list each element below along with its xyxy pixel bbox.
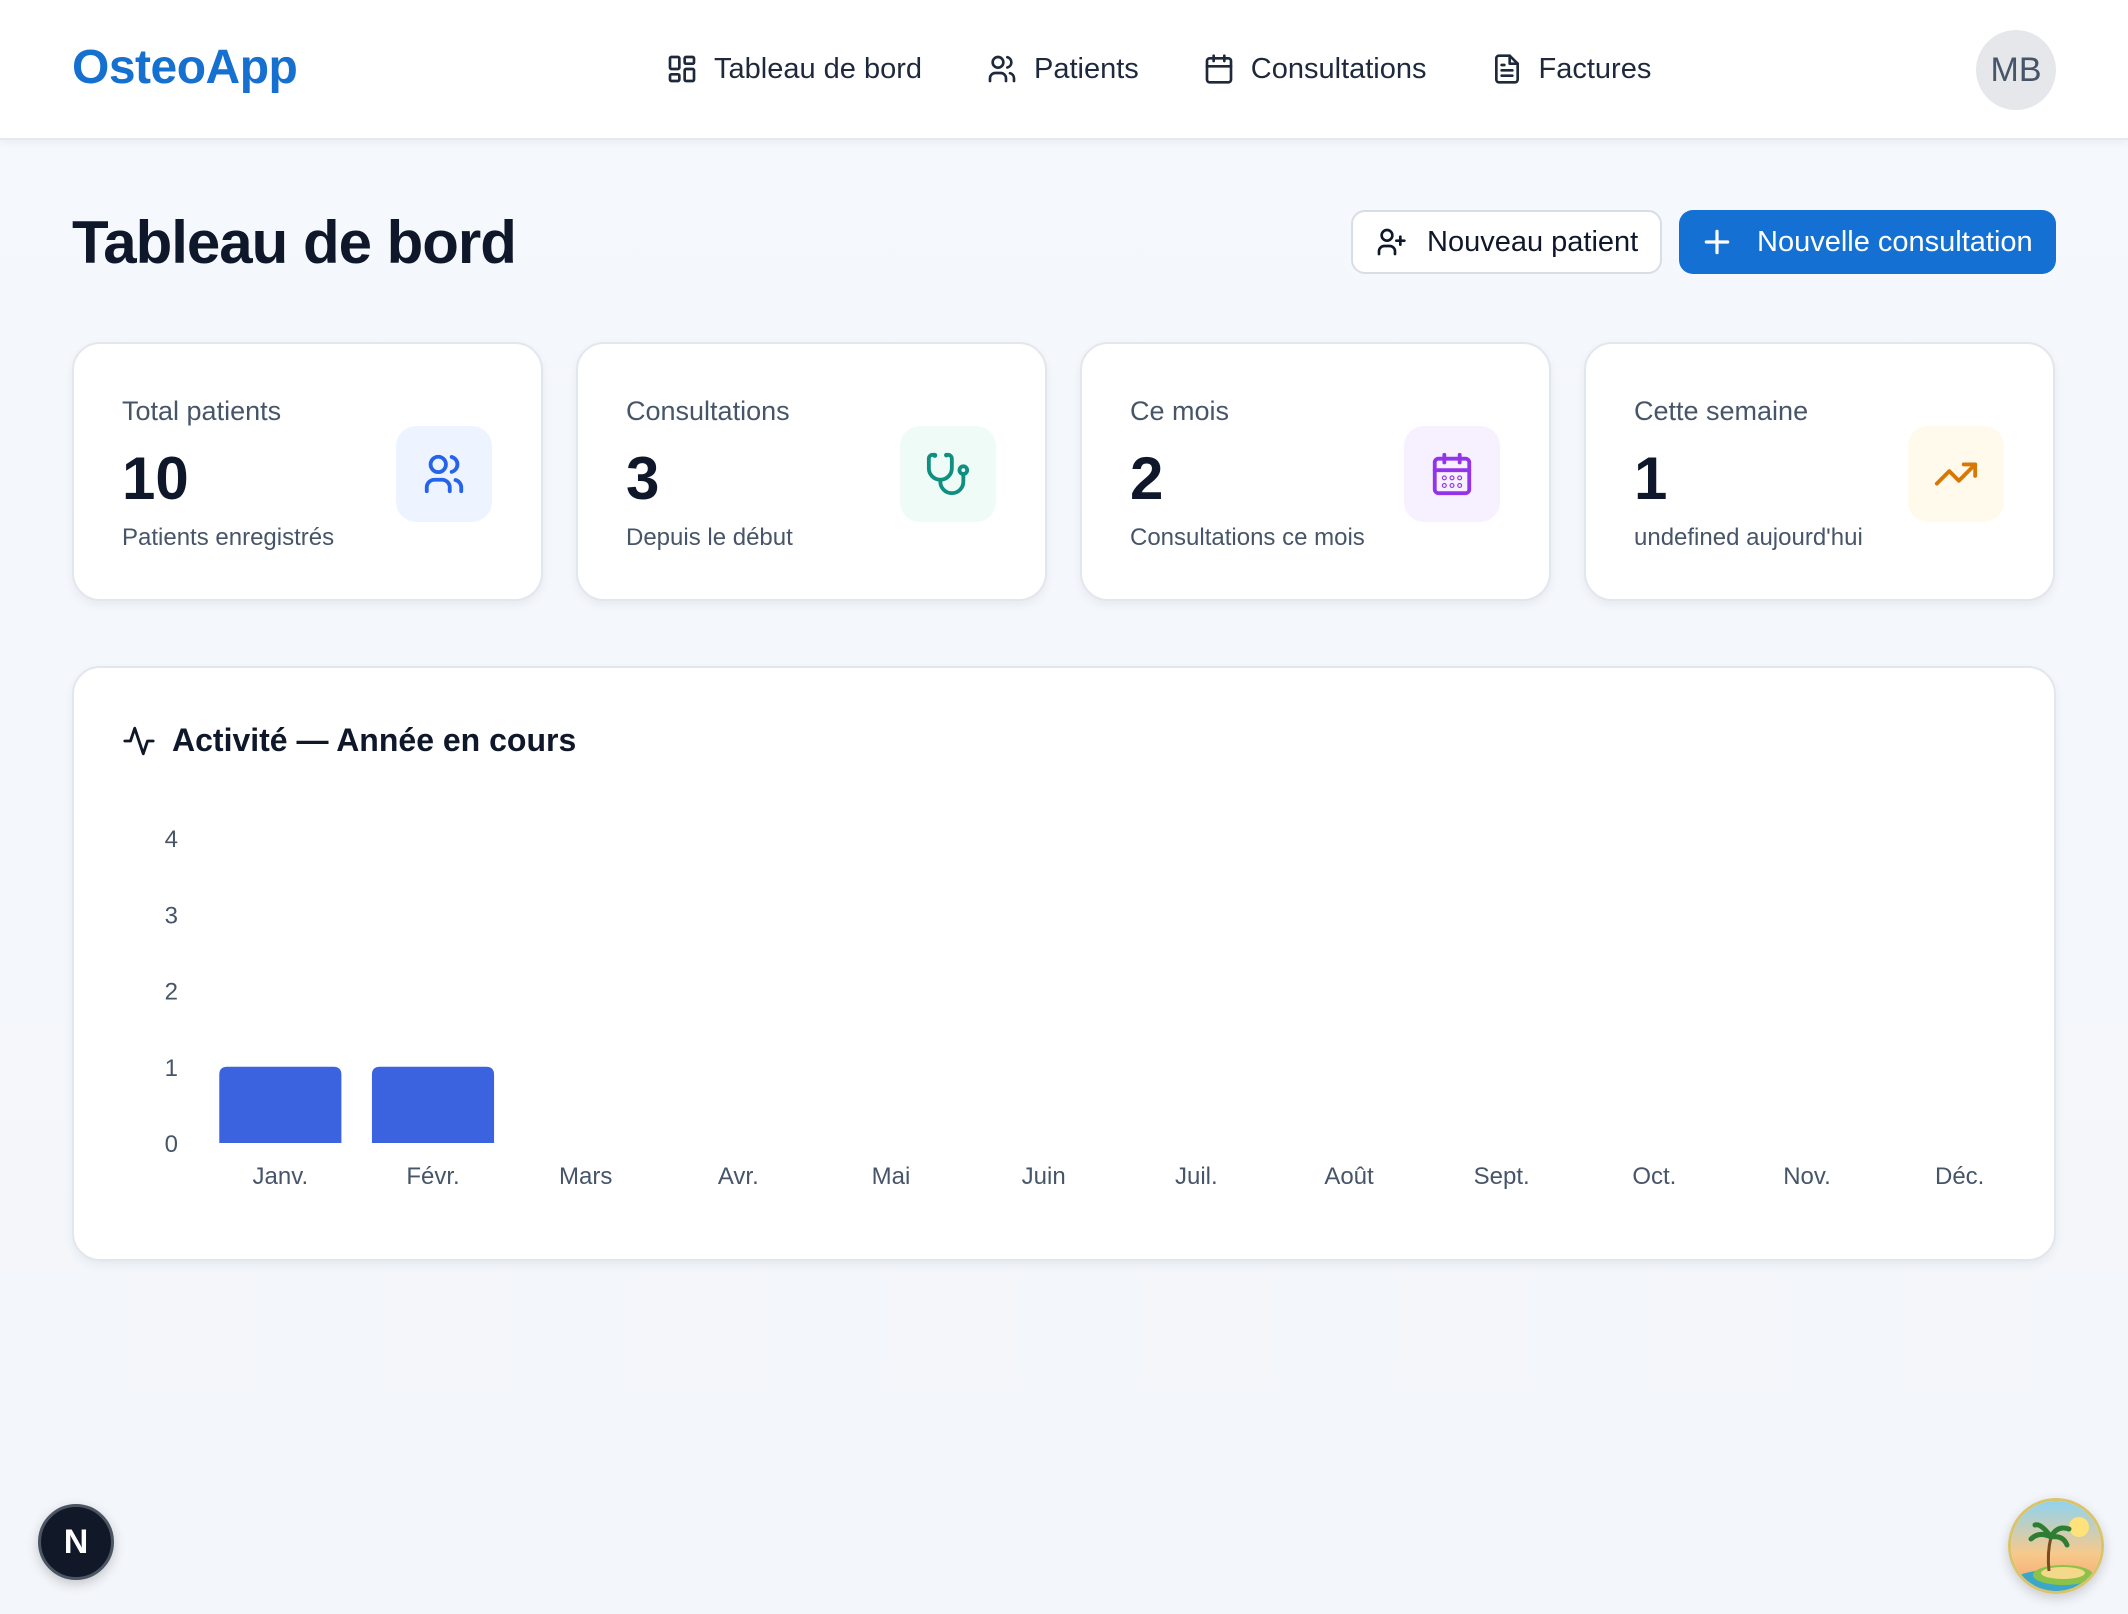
x-tick-label: Sept. [1474, 1163, 1530, 1190]
stat-icon-container [1404, 426, 1500, 522]
users-icon [988, 55, 1016, 83]
activity-chart-panel: Activité — Année en cours 0 1 2 3 4 Janv. Févr… [72, 666, 2056, 1261]
stat-label: Cette semaine [1634, 396, 1809, 426]
page-title: Tableau de bord [72, 209, 517, 276]
user-avatar[interactable]: MB [1976, 30, 2056, 110]
nav-item-label: Patients [1034, 52, 1139, 85]
nav-item-label: Consultations [1250, 52, 1427, 85]
stat-value: 3 [626, 445, 660, 512]
x-tick-label: Nov. [1783, 1163, 1831, 1190]
y-tick-label: 1 [165, 1055, 178, 1082]
plus-icon [1704, 229, 1730, 255]
stat-card-consultations: Consultations 3 Depuis le début [576, 342, 1047, 601]
user-plus-icon [1377, 228, 1406, 256]
stat-card-this-month: Ce mois 2 Consultations ce mois [1080, 342, 1551, 601]
top-header: OsteoApp Tableau de bord Patients Consul… [0, 0, 2128, 140]
nav-item-patients[interactable]: Patients [986, 44, 1139, 94]
stat-icon-container [900, 426, 996, 522]
y-tick-label: 3 [165, 902, 178, 929]
stat-label: Consultations [626, 396, 790, 426]
document-icon [1494, 54, 1519, 84]
new-patient-button[interactable]: Nouveau patient [1351, 210, 1662, 274]
x-tick-label: Janv. [253, 1163, 309, 1190]
stat-subtitle: Depuis le début [626, 524, 793, 551]
new-consultation-button[interactable]: Nouvelle consultation [1679, 210, 2056, 274]
nav-item-label: Factures [1538, 52, 1652, 85]
x-tick-label: Avr. [718, 1163, 759, 1190]
page: OsteoApp Tableau de bord Patients Consul… [0, 0, 2128, 1614]
stat-value: 1 [1634, 445, 1668, 512]
x-tick-label: Mai [872, 1163, 911, 1190]
x-tick-label: Oct. [1632, 1163, 1676, 1190]
main-nav: Tableau de bord Patients Consultations F… [666, 44, 1715, 94]
activity-bar-chart: 0 1 2 3 4 Janv. Févr. Mars Avr. Mai Juin Juil. Août S… [165, 826, 1985, 1190]
x-tick-label: Déc. [1935, 1163, 1984, 1190]
x-tick-label: Mars [559, 1163, 612, 1190]
y-tick-label: 0 [165, 1131, 178, 1158]
x-tick-label: Août [1324, 1163, 1374, 1190]
x-tick-label: Févr. [406, 1163, 459, 1190]
stat-value: 10 [122, 445, 189, 512]
stat-label: Ce mois [1130, 396, 1230, 426]
users-icon [424, 454, 464, 494]
chart-bar[interactable] [371, 1066, 495, 1143]
new-patient-label: Nouveau patient [1427, 225, 1639, 258]
stat-icon-container [396, 426, 492, 522]
stat-label: Total patients [122, 396, 282, 426]
trending-up-icon [1934, 462, 1978, 486]
stat-icon-container [1908, 426, 2004, 522]
stat-card-total-patients: Total patients 10 Patients enregistrés [72, 342, 543, 601]
nav-item-label: Tableau de bord [714, 52, 922, 85]
calendar-icon [1205, 54, 1233, 84]
dev-tools-button[interactable]: N [38, 1504, 114, 1580]
nav-item-consultations[interactable]: Consultations [1203, 44, 1427, 94]
stat-subtitle: Consultations ce mois [1130, 524, 1365, 551]
calendar-days-icon [1432, 452, 1472, 496]
chart-bar[interactable] [219, 1066, 342, 1143]
app-logo[interactable]: OsteoApp [72, 40, 298, 95]
stat-value: 2 [1130, 445, 1164, 512]
x-tick-label: Juin [1022, 1163, 1066, 1190]
stethoscope-icon [926, 452, 970, 496]
stat-subtitle: Patients enregistrés [122, 524, 335, 551]
x-tick-label: Juil. [1175, 1163, 1218, 1190]
stat-card-this-week: Cette semaine 1 undefined aujourd'hui [1584, 342, 2055, 601]
beach-island-icon[interactable] [2008, 1498, 2104, 1594]
dashboard-grid-icon [668, 55, 696, 83]
nav-item-dashboard[interactable]: Tableau de bord [666, 44, 922, 94]
new-consultation-label: Nouvelle consultation [1757, 225, 2033, 258]
y-tick-label: 2 [165, 979, 178, 1006]
nav-item-factures[interactable]: Factures [1491, 44, 1652, 94]
y-tick-label: 4 [165, 826, 178, 853]
stat-subtitle: undefined aujourd'hui [1634, 524, 1863, 551]
